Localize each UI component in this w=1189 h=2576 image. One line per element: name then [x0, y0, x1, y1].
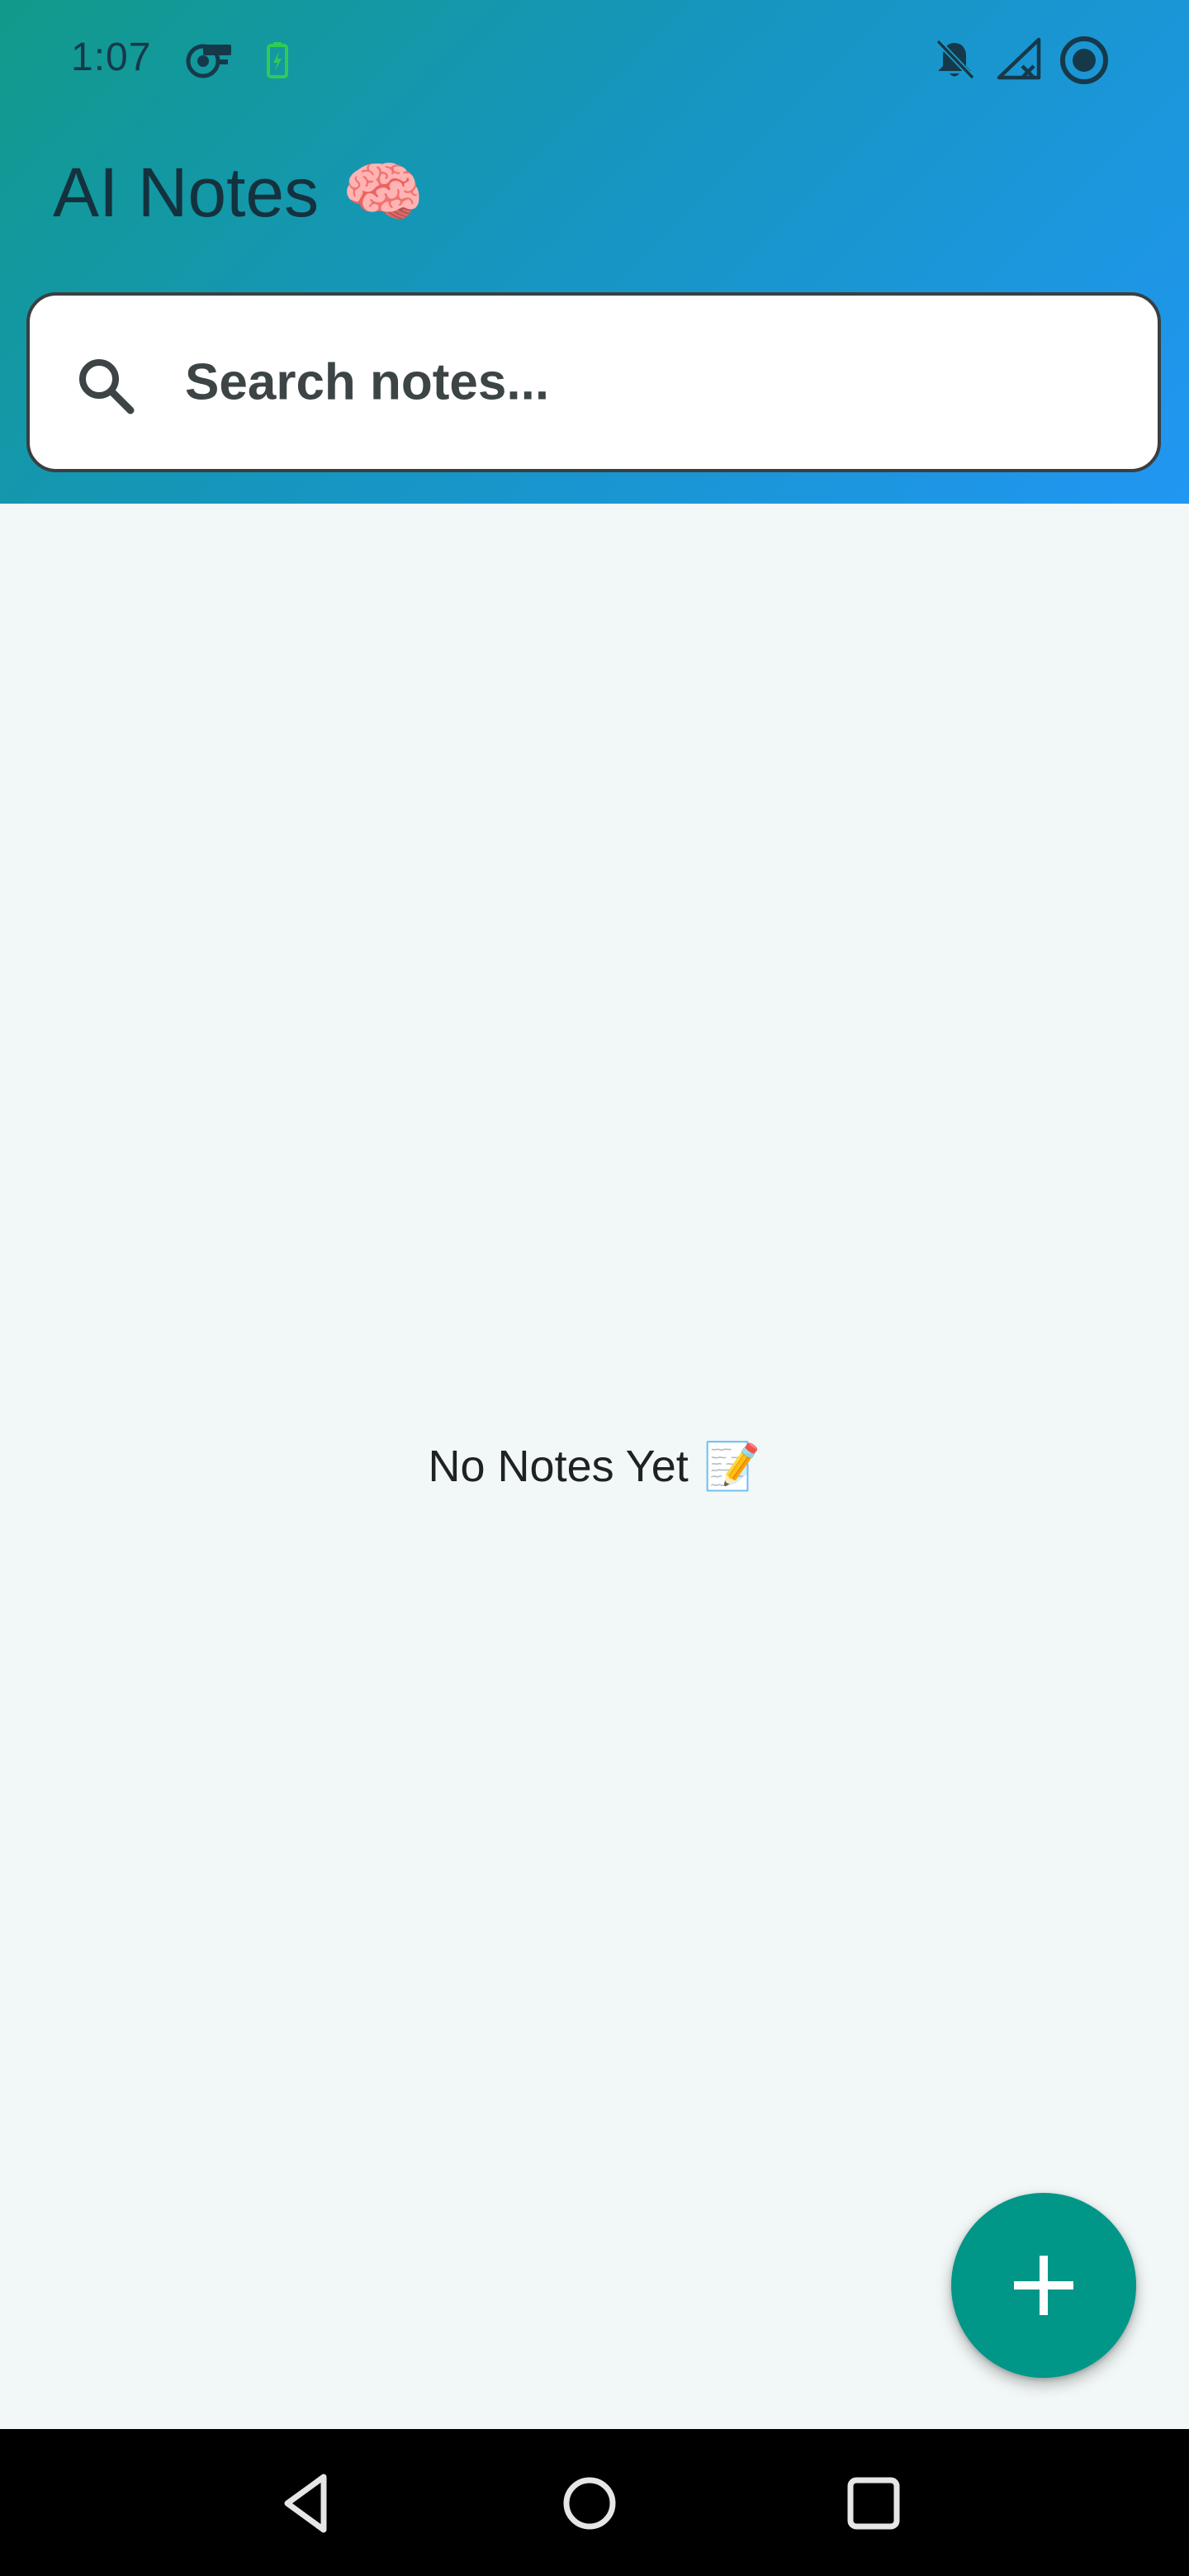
page-title: AI Notes 🧠	[53, 147, 424, 238]
notifications-off-icon	[936, 39, 975, 80]
empty-state-text: No Notes Yet	[428, 1442, 689, 1491]
search-bar[interactable]	[26, 292, 1161, 472]
search-input[interactable]	[185, 353, 1110, 412]
record-indicator-icon	[1060, 36, 1108, 84]
app-title-text: AI Notes	[53, 153, 320, 231]
system-nav-bar	[0, 2429, 1189, 2576]
search-icon	[79, 359, 135, 414]
home-icon[interactable]	[555, 2469, 624, 2538]
status-time: 1:07	[71, 36, 152, 79]
app-header: 1:07 AI Notes 🧠 Search notes...	[0, 0, 1189, 504]
battery-charging-icon	[267, 42, 288, 78]
brain-icon: 🧠	[342, 155, 424, 229]
recents-icon[interactable]	[839, 2469, 908, 2538]
plus-icon	[1014, 2256, 1073, 2315]
status-bar: 1:07	[0, 0, 1189, 124]
memo-icon: 📝	[703, 1440, 761, 1492]
empty-state: No Notes Yet 📝	[0, 1433, 1189, 1499]
fan-speed-icon	[186, 44, 231, 78]
no-signal-icon	[997, 37, 1041, 80]
add-note-button[interactable]	[951, 2193, 1136, 2378]
back-icon[interactable]	[272, 2469, 342, 2538]
